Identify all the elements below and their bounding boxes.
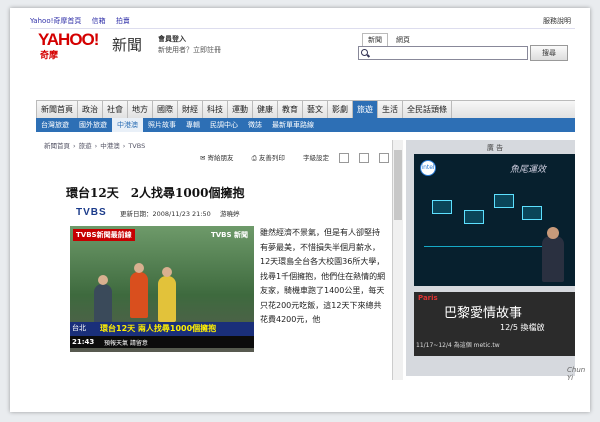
update-date: 更新日期：2008/11/23 21:50: [120, 210, 211, 218]
section-name: 新聞: [112, 36, 143, 54]
movie-ad-title: 巴黎愛情故事: [444, 306, 523, 321]
article-text: 雖然經濟不景氣，但是有人卻堅持有夢最美，不惜損失半個月薪水，12天環島全台各大校…: [260, 228, 386, 324]
ad-title: 魚尾運效: [510, 165, 547, 175]
font-size-down-button[interactable]: [378, 153, 389, 163]
breadcrumb-link[interactable]: 旅遊: [79, 142, 92, 150]
subnav-tab-5[interactable]: 民調中心: [205, 118, 243, 132]
nav-tab-14[interactable]: 全民話頭條: [403, 101, 452, 118]
register-link[interactable]: 新使用者？立即註冊: [158, 45, 221, 56]
article-tools: ✉ 寄給朋友 ⎙ 友善列印 字級設定: [200, 152, 397, 163]
nav-tab-2[interactable]: 社會: [103, 101, 128, 118]
article-title: 環台12天 2人找尋1000個擁抱: [66, 186, 245, 200]
video-place: 台北: [72, 324, 86, 332]
breadcrumb-link[interactable]: 中港澳: [100, 142, 120, 150]
member-box: 會員登入 新使用者？立即註冊: [158, 34, 221, 56]
top-links-bar: Yahoo!奇摩首頁 信箱 拍賣 服務說明: [30, 14, 575, 29]
subnav-tab-3[interactable]: 照片故事: [143, 118, 181, 132]
tvbs-logo: TVBS: [76, 207, 107, 218]
news-video-frame[interactable]: TVBS新聞最前線 TVBS 新聞 台北 環台12天 兩人找尋1000個擁抱 2…: [70, 226, 254, 352]
search-tab-news[interactable]: 新聞: [362, 33, 388, 46]
top-link-auction[interactable]: 拍賣: [116, 17, 130, 25]
scrollbar-thumb[interactable]: [394, 150, 402, 220]
search-icon: [361, 49, 368, 56]
nav-tab-9[interactable]: 教育: [278, 101, 303, 118]
primary-nav: 新聞首頁 政治 社會 地方 國際 財經 科技 運動 健康 教育 藝文 影劇 旅遊 生活 全民話頭條: [36, 100, 575, 119]
watermark: Chun Yi: [567, 366, 586, 382]
laptop-icon: [432, 200, 452, 214]
nav-tab-7[interactable]: 運動: [228, 101, 253, 118]
subnav-tab-6[interactable]: 徵誌: [243, 118, 267, 132]
mail-label: 寄給朋友: [207, 154, 234, 162]
yahoo-logo-sub: 奇摩: [40, 51, 59, 61]
nav-tab-5[interactable]: 財經: [178, 101, 203, 118]
laptop-icon: [522, 206, 542, 220]
video-caption: 環台12天 兩人找尋1000個擁抱: [100, 324, 217, 333]
news-page: Yahoo!奇摩首頁 信箱 拍賣 服務說明 YAHOO! 奇摩 新聞 會員登入 …: [30, 14, 575, 406]
subnav-tab-1[interactable]: 國外旅遊: [74, 118, 112, 132]
video-caption-bar: 台北 環台12天 兩人找尋1000個擁抱: [70, 322, 254, 336]
subnav-tab-7[interactable]: 最新單車路線: [267, 118, 319, 132]
subnav-tab-4[interactable]: 專輯: [181, 118, 205, 132]
nav-tab-8[interactable]: 健康: [253, 101, 278, 118]
video-ticker-bar: 21:43 預報天氣 請留意: [70, 336, 254, 348]
breadcrumb-link[interactable]: 新聞首頁: [44, 142, 70, 150]
laptop-icon: [464, 210, 484, 224]
breadcrumb-separator: ›: [73, 142, 76, 150]
breadcrumb-link[interactable]: TVBS: [128, 142, 145, 150]
movie-ad-footer: 11/17~12/4 為這個 metic.tw: [416, 342, 500, 349]
font-size-mid-button[interactable]: [358, 153, 369, 163]
movie-ad-banner[interactable]: Paris 巴黎愛情故事 12/5 換檔啟 11/17~12/4 為這個 met…: [414, 292, 575, 356]
top-link-home[interactable]: Yahoo!奇摩首頁: [30, 17, 81, 25]
nav-tab-0[interactable]: 新聞首頁: [37, 101, 78, 118]
video-logo: TVBS 新聞: [210, 231, 248, 239]
print-label: 友善列印: [258, 154, 285, 162]
nav-tab-11[interactable]: 影劇: [328, 101, 353, 118]
nav-tab-13[interactable]: 生活: [378, 101, 403, 118]
nav-tab-10[interactable]: 藝文: [303, 101, 328, 118]
nav-tab-4[interactable]: 國際: [153, 101, 178, 118]
laptop-icon: [494, 194, 514, 208]
video-badge: TVBS新聞最前線: [73, 229, 135, 241]
article-body: 雖然經濟不景氣，但是有人卻堅持有夢最美，不惜損失半個月薪水，12天環島全台各大校…: [260, 226, 386, 328]
scrollbar[interactable]: [392, 140, 403, 380]
breadcrumb-separator: ›: [94, 142, 98, 150]
person-figure: [158, 267, 176, 322]
intel-ad-banner[interactable]: intel 魚尾運效: [414, 154, 575, 286]
nav-tab-12[interactable]: 旅遊: [353, 101, 378, 118]
ad-stage: [424, 184, 548, 247]
movie-ad-date: 12/5 換檔啟: [500, 323, 545, 332]
ad-label: 廣 告: [486, 144, 504, 152]
breadcrumb-separator: ›: [122, 142, 126, 150]
font-size-up-button[interactable]: [338, 153, 349, 163]
breadcrumb: 新聞首頁 › 旅遊 › 中港澳 › TVBS: [44, 140, 148, 150]
search-tab-web[interactable]: 網頁: [390, 33, 416, 46]
secondary-nav: 台灣旅遊 國外旅遊 中港澳 照片故事 專輯 民調中心 徵誌 最新單車路線: [36, 118, 575, 132]
reporter-name: 游曉婷: [220, 210, 240, 218]
ad-panel: 廣 告 intel 魚尾運效 Paris 巴黎愛情故事 12/5 換檔啟 11/…: [406, 140, 575, 376]
person-figure: [130, 263, 148, 318]
nav-tab-6[interactable]: 科技: [203, 101, 228, 118]
nav-tab-1[interactable]: 政治: [78, 101, 103, 118]
video-time: 21:43: [72, 338, 95, 346]
mail-to-friend-link[interactable]: ✉ 寄給朋友: [200, 154, 242, 162]
intel-logo: intel: [420, 160, 436, 176]
nav-tab-3[interactable]: 地方: [128, 101, 153, 118]
login-link[interactable]: 會員登入: [158, 34, 221, 45]
movie-ad-brand: Paris: [418, 294, 438, 302]
help-link[interactable]: 服務說明: [543, 14, 571, 28]
presenter-figure: [542, 227, 564, 282]
search-input[interactable]: [358, 46, 528, 60]
video-ticker: 預報天氣 請留意: [104, 340, 148, 347]
screenshot-frame: Yahoo!奇摩首頁 信箱 拍賣 服務說明 YAHOO! 奇摩 新聞 會員登入 …: [10, 8, 590, 412]
font-size-label: 字級設定: [302, 154, 329, 162]
top-link-mail[interactable]: 信箱: [92, 17, 106, 25]
search-tabs: 新聞 網頁: [362, 33, 418, 46]
yahoo-logo[interactable]: YAHOO!: [38, 30, 99, 50]
subnav-tab-2[interactable]: 中港澳: [112, 118, 143, 132]
print-link[interactable]: ⎙ 友善列印: [252, 154, 293, 162]
subnav-tab-0[interactable]: 台灣旅遊: [36, 118, 74, 132]
search-button[interactable]: 搜尋: [530, 45, 568, 61]
